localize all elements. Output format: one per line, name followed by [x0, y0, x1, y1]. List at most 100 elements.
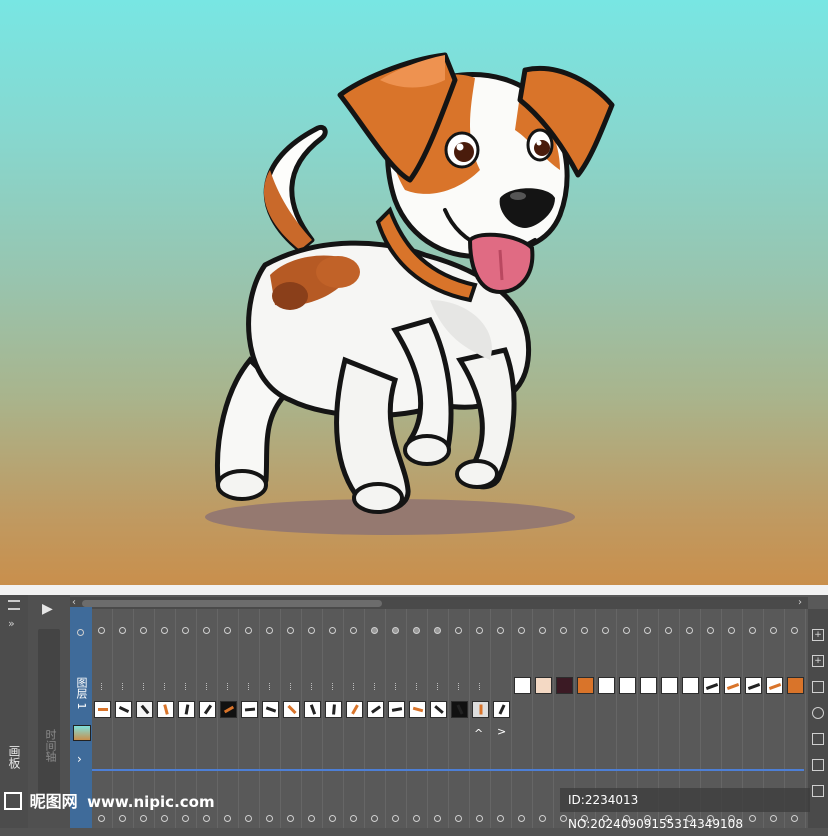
frame-thumbnail[interactable]	[703, 677, 720, 694]
frame-thumbnail[interactable]	[640, 677, 657, 694]
frame-bottom-dot[interactable]	[476, 815, 483, 822]
frame-thumbnail[interactable]	[136, 701, 153, 718]
frame-visibility-dot[interactable]	[224, 627, 231, 634]
frame-visibility-dot[interactable]	[287, 627, 294, 634]
frame-thumbnail[interactable]	[493, 701, 510, 718]
frame-bottom-dot[interactable]	[140, 815, 147, 822]
frame-thumbnail[interactable]	[283, 701, 300, 718]
scroll-right-button[interactable]: ›	[798, 597, 802, 608]
frame-thumbnail[interactable]	[787, 677, 804, 694]
frame-visibility-dot[interactable]	[203, 627, 210, 634]
frame-visibility-dot[interactable]	[476, 627, 483, 634]
frame-visibility-dot[interactable]	[392, 627, 399, 634]
frame-visibility-dot[interactable]	[602, 627, 609, 634]
frame-bottom-dot[interactable]	[161, 815, 168, 822]
frame-visibility-dot[interactable]	[728, 627, 735, 634]
frame-thumbnail[interactable]	[220, 701, 237, 718]
frame-thumbnail[interactable]	[178, 701, 195, 718]
frame-visibility-dot[interactable]	[161, 627, 168, 634]
frame-bottom-dot[interactable]	[749, 815, 756, 822]
new-frame-icon[interactable]: +	[812, 629, 824, 641]
artboard-panel-label[interactable]: 画板	[6, 745, 23, 769]
frame-bottom-dot[interactable]	[119, 815, 126, 822]
settings-icon[interactable]	[812, 759, 824, 771]
layer-name[interactable]: 图层 1	[73, 677, 89, 710]
menu-icon[interactable]	[8, 600, 20, 610]
frame-thumbnail[interactable]	[745, 677, 762, 694]
frame-thumbnail[interactable]	[472, 701, 489, 718]
frame-thumbnail[interactable]	[115, 701, 132, 718]
frame-visibility-dot[interactable]	[308, 627, 315, 634]
frame-bottom-dot[interactable]	[98, 815, 105, 822]
frame-bottom-dot[interactable]	[287, 815, 294, 822]
frame-thumbnail[interactable]	[409, 701, 426, 718]
frame-visibility-dot[interactable]	[119, 627, 126, 634]
frame-bottom-dot[interactable]	[308, 815, 315, 822]
frame-thumbnail[interactable]	[598, 677, 615, 694]
frame-thumbnail[interactable]	[766, 677, 783, 694]
frame-visibility-dot[interactable]	[749, 627, 756, 634]
frame-visibility-dot[interactable]	[770, 627, 777, 634]
frame-thumbnail[interactable]	[577, 677, 594, 694]
frame-bottom-dot[interactable]	[182, 815, 189, 822]
frame-visibility-dot[interactable]	[434, 627, 441, 634]
frame-visibility-dot[interactable]	[518, 627, 525, 634]
frame-bottom-dot[interactable]	[392, 815, 399, 822]
frame-thumbnail[interactable]	[682, 677, 699, 694]
frame-thumbnail[interactable]	[157, 701, 174, 718]
frame-thumbnail[interactable]	[430, 701, 447, 718]
frame-thumbnail[interactable]	[535, 677, 552, 694]
frame-thumbnail[interactable]	[514, 677, 531, 694]
frame-visibility-dot[interactable]	[665, 627, 672, 634]
frame-thumbnail[interactable]	[262, 701, 279, 718]
frame-bottom-dot[interactable]	[413, 815, 420, 822]
frame-visibility-dot[interactable]	[560, 627, 567, 634]
frame-thumbnail[interactable]	[451, 701, 468, 718]
frame-visibility-dot[interactable]	[686, 627, 693, 634]
frame-thumbnail[interactable]	[367, 701, 384, 718]
layer-expand-icon[interactable]: ›	[77, 752, 82, 766]
frame-thumbnail[interactable]	[556, 677, 573, 694]
frame-thumbnail[interactable]	[304, 701, 321, 718]
frame-bottom-dot[interactable]	[434, 815, 441, 822]
frame-bottom-dot[interactable]	[560, 815, 567, 822]
frame-visibility-dot[interactable]	[539, 627, 546, 634]
frame-visibility-dot[interactable]	[791, 627, 798, 634]
frame-visibility-dot[interactable]	[350, 627, 357, 634]
loop-icon[interactable]	[812, 733, 824, 745]
frame-visibility-dot[interactable]	[245, 627, 252, 634]
play-button[interactable]: ▶	[42, 601, 53, 617]
frame-bottom-dot[interactable]	[791, 815, 798, 822]
frame-thumbnail[interactable]	[661, 677, 678, 694]
collapse-icon[interactable]: »	[8, 617, 15, 630]
frame-visibility-dot[interactable]	[182, 627, 189, 634]
scroll-thumb[interactable]	[82, 600, 382, 607]
frame-bottom-dot[interactable]	[245, 815, 252, 822]
frame-visibility-dot[interactable]	[581, 627, 588, 634]
frame-bottom-dot[interactable]	[203, 815, 210, 822]
frame-visibility-dot[interactable]	[371, 627, 378, 634]
frame-bottom-dot[interactable]	[518, 815, 525, 822]
frame-bottom-dot[interactable]	[497, 815, 504, 822]
frame-thumbnail[interactable]	[724, 677, 741, 694]
timeline-scrollbar[interactable]: ‹ ›	[70, 597, 808, 609]
frame-visibility-dot[interactable]	[623, 627, 630, 634]
frame-visibility-dot[interactable]	[707, 627, 714, 634]
crop-icon[interactable]	[812, 785, 824, 797]
frame-visibility-dot[interactable]	[266, 627, 273, 634]
frame-visibility-dot[interactable]	[455, 627, 462, 634]
frame-next-button[interactable]: >	[497, 725, 506, 738]
frame-visibility-dot[interactable]	[413, 627, 420, 634]
delete-frame-icon[interactable]	[812, 681, 824, 693]
layer-visibility-dot[interactable]	[77, 629, 84, 636]
onion-skin-icon[interactable]	[812, 707, 824, 719]
frame-visibility-dot[interactable]	[644, 627, 651, 634]
frame-thumbnail[interactable]	[199, 701, 216, 718]
frame-visibility-dot[interactable]	[140, 627, 147, 634]
frame-bottom-dot[interactable]	[224, 815, 231, 822]
frame-thumbnail[interactable]	[346, 701, 363, 718]
frame-thumbnail[interactable]	[241, 701, 258, 718]
frame-bottom-dot[interactable]	[371, 815, 378, 822]
frame-thumbnail[interactable]	[94, 701, 111, 718]
frame-thumbnail[interactable]	[388, 701, 405, 718]
